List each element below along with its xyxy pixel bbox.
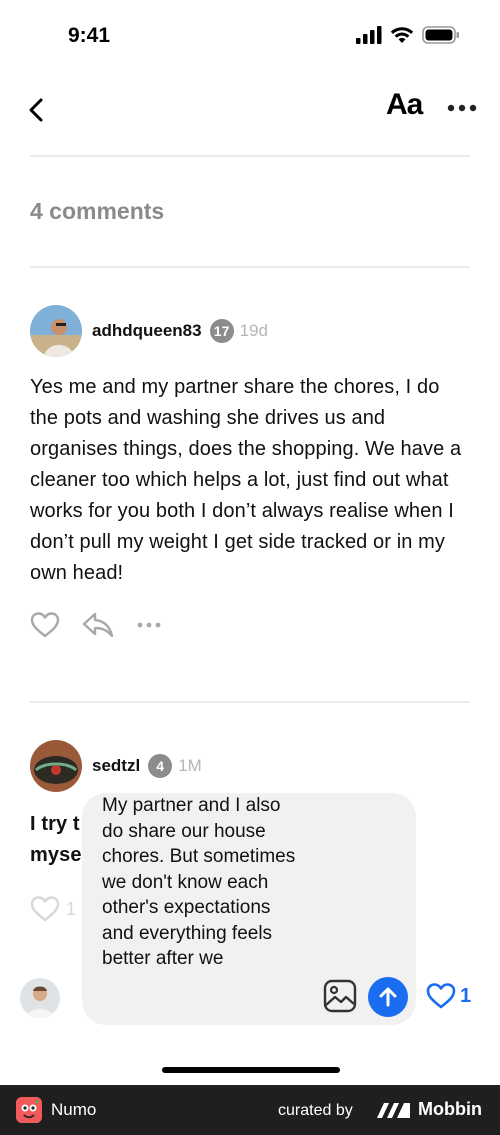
comment-composer[interactable]: My partner and I also do share our house…: [82, 793, 416, 1025]
mobbin-logo: Mobbin: [376, 1099, 482, 1120]
home-indicator: [162, 1067, 340, 1073]
like-count: 1: [66, 898, 77, 919]
battery-icon: [422, 26, 459, 44]
reply-arrow-icon: [82, 612, 114, 638]
post-like-count: 1: [460, 984, 472, 1007]
arrow-up-icon: [379, 987, 397, 1007]
divider: [30, 155, 470, 157]
chevron-left-icon: [29, 98, 43, 122]
comment-more-button[interactable]: [136, 620, 162, 630]
status-time: 9:41: [68, 24, 111, 47]
app-icon: [16, 1097, 42, 1123]
status-icons: [356, 26, 460, 44]
comment-username[interactable]: adhdqueen83: [92, 321, 202, 341]
divider: [30, 266, 470, 268]
like-button[interactable]: 1: [30, 895, 76, 923]
comment-header: sedtzl 4 1M: [30, 739, 470, 793]
mobbin-logo-icon: [377, 1102, 410, 1118]
image-icon: [323, 979, 357, 1013]
more-horizontal-icon: [447, 104, 477, 112]
comment-timestamp: 19d: [239, 321, 268, 340]
comment-body: Yes me and my partner share the chores, …: [30, 376, 462, 584]
font-size-button[interactable]: Aa: [386, 88, 423, 122]
comment-item: adhdqueen83 17 19d Yes me and my partner…: [30, 304, 470, 641]
attach-image-button[interactable]: [322, 978, 358, 1014]
wifi-icon: [390, 27, 414, 43]
like-button[interactable]: [30, 611, 60, 639]
heart-icon: [30, 612, 60, 638]
app-name: Numo: [51, 1100, 97, 1119]
back-button[interactable]: [22, 94, 50, 126]
current-user-avatar[interactable]: [20, 978, 60, 1018]
more-horizontal-icon: [137, 622, 161, 628]
composer-input[interactable]: My partner and I also do share our house…: [102, 793, 302, 972]
cellular-signal-icon: [356, 26, 382, 44]
comment-username[interactable]: sedtzl: [92, 756, 140, 776]
comments-count: 4 comments: [30, 198, 165, 224]
nav-bar: Aa: [0, 80, 500, 140]
comment-timestamp: 1M: [178, 756, 202, 775]
post-like-button[interactable]: 1: [426, 982, 471, 1010]
curated-by-label: curated by: [278, 1102, 353, 1119]
comment-actions: [30, 609, 470, 641]
brand-name: Mobbin: [418, 1099, 482, 1119]
status-bar: 9:41: [0, 0, 500, 70]
user-level-badge: 4: [148, 754, 173, 778]
footer-bar: Numo curated by Mobbin: [0, 1085, 500, 1135]
more-options-button[interactable]: [446, 96, 478, 120]
avatar[interactable]: [30, 740, 82, 792]
heart-icon: [30, 896, 60, 922]
heart-icon: [426, 983, 456, 1009]
comment-header: adhdqueen83 17 19d: [30, 304, 470, 358]
user-level-badge: 17: [209, 319, 234, 343]
reply-button[interactable]: [82, 611, 114, 639]
send-button[interactable]: [368, 977, 408, 1017]
divider: [30, 701, 470, 703]
avatar[interactable]: [30, 305, 82, 357]
